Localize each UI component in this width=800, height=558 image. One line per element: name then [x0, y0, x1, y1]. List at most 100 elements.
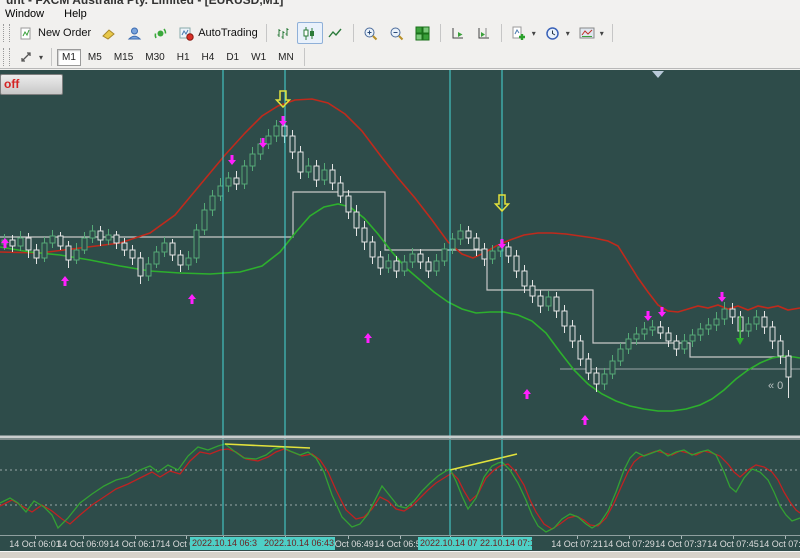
candle-body	[146, 264, 151, 276]
templates-button[interactable]: ▾	[574, 22, 608, 44]
candle-body	[506, 247, 511, 256]
candle-body	[26, 238, 31, 250]
candle-body	[354, 212, 359, 228]
candle-body	[10, 240, 15, 246]
timeframe-mn[interactable]: MN	[273, 49, 299, 66]
timeframe-bar: ▾ M1M5M15M30H1H4D1W1MN	[0, 46, 800, 69]
candle-body	[522, 271, 527, 286]
buy-signal-arrow[interactable]	[523, 389, 531, 399]
bar-chart-button[interactable]	[271, 22, 297, 44]
sell-signal-arrow[interactable]	[644, 311, 652, 321]
menu-bar: Window Help	[0, 7, 800, 20]
candle-body	[562, 311, 567, 326]
candle-body	[330, 170, 335, 183]
candle-body	[138, 258, 143, 276]
candle-body	[362, 228, 367, 242]
menu-window[interactable]: Window	[5, 8, 44, 20]
timeframe-m15[interactable]: M15	[109, 49, 138, 66]
chart-tools-caret[interactable]: ▾	[39, 53, 43, 62]
buy-signal-arrow[interactable]	[364, 333, 372, 343]
candle-body	[234, 178, 239, 184]
chart-shift-button[interactable]	[471, 22, 497, 44]
toolbar-grip[interactable]	[3, 24, 10, 42]
chart-region: « 0 off 14 Oct 06:0114 Oct 06:0914 Oct 0…	[0, 70, 800, 558]
sell-signal-arrow[interactable]	[228, 155, 236, 165]
timeframe-bar-grip[interactable]	[3, 48, 10, 66]
candle-body	[434, 261, 439, 271]
timeframe-w1[interactable]: W1	[246, 49, 271, 66]
panel-collapse-arrow[interactable]	[652, 71, 664, 78]
vline-time-label: 2022.10.14 06:43	[262, 537, 335, 550]
buy-signal-arrow[interactable]	[188, 294, 196, 304]
sell-signal-arrow[interactable]	[718, 292, 726, 302]
signals-button[interactable]	[147, 22, 173, 44]
chart-tools-button[interactable]: ▾	[13, 46, 47, 68]
experts-button[interactable]	[95, 22, 121, 44]
candle-body	[202, 210, 207, 230]
candle-body	[730, 309, 735, 317]
chart-canvas[interactable]: « 0	[0, 70, 800, 535]
zoom-in-button[interactable]	[358, 22, 384, 44]
menu-help[interactable]: Help	[64, 8, 87, 20]
candle-body	[42, 243, 47, 258]
sell-signal-arrow[interactable]	[279, 116, 287, 126]
candle-body	[602, 374, 607, 384]
new-order-button[interactable]: New Order	[13, 22, 95, 44]
candle-body	[226, 178, 231, 186]
candle-body	[90, 231, 95, 238]
periods-button[interactable]: ▾	[540, 22, 574, 44]
buy-signal-arrow[interactable]	[61, 276, 69, 286]
candle-body	[426, 262, 431, 271]
candle-body	[274, 126, 279, 136]
candle-body	[402, 262, 407, 271]
tile-windows-button[interactable]	[410, 22, 436, 44]
zoom-out-button[interactable]	[384, 22, 410, 44]
axis-tick	[400, 536, 401, 539]
pane-separator[interactable]	[0, 436, 800, 439]
time-axis-label: 14 Oct 07:29	[603, 539, 655, 549]
candlestick-chart-icon	[301, 24, 319, 42]
candle-body	[378, 257, 383, 268]
chart-tools-icon	[17, 48, 35, 66]
candle-body	[474, 238, 479, 249]
periods-caret[interactable]: ▾	[566, 29, 570, 38]
vline-time-label: 2022.10.14 07:08	[418, 537, 478, 550]
templates-caret[interactable]: ▾	[600, 29, 604, 38]
line-chart-button[interactable]	[323, 22, 349, 44]
axis-tick	[733, 536, 734, 539]
candle-body	[386, 261, 391, 268]
oscillator-trendline[interactable]	[225, 444, 310, 448]
timeframe-m5[interactable]: M5	[83, 49, 107, 66]
candle-body	[450, 239, 455, 249]
buy-signal-arrow[interactable]	[581, 415, 589, 425]
candle-body	[34, 250, 39, 258]
add-indicator-button[interactable]: ▾	[506, 22, 540, 44]
auto-scroll-icon	[449, 24, 467, 42]
time-axis[interactable]: 14 Oct 06:0114 Oct 06:0914 Oct 06:1714 O…	[0, 535, 800, 552]
timeframe-m30[interactable]: M30	[140, 49, 169, 66]
axis-tick	[629, 536, 630, 539]
candle-body	[610, 361, 615, 374]
candle-body	[594, 373, 599, 384]
ea-off-button[interactable]: off	[0, 74, 63, 95]
new-order-icon	[17, 24, 35, 42]
window-title: unt - FXCM Australia Pty. Limited - [EUR…	[6, 0, 283, 7]
signals-icon	[151, 24, 169, 42]
candle-body	[50, 236, 55, 243]
add-indicator-caret[interactable]: ▾	[532, 29, 536, 38]
timeframe-h4[interactable]: H4	[197, 49, 220, 66]
timeframe-m1[interactable]: M1	[57, 49, 81, 66]
accounts-button[interactable]	[121, 22, 147, 44]
candle-body	[58, 236, 63, 246]
candle-body	[746, 324, 751, 331]
oscillator-red-line	[0, 449, 800, 529]
candle-body	[82, 238, 87, 250]
auto-scroll-button[interactable]	[445, 22, 471, 44]
axis-tick	[35, 536, 36, 539]
timeframe-h1[interactable]: H1	[172, 49, 195, 66]
candlestick-chart-button[interactable]	[297, 22, 323, 44]
autotrading-button[interactable]: AutoTrading	[173, 22, 262, 44]
timeframe-d1[interactable]: D1	[221, 49, 244, 66]
candle-body	[266, 136, 271, 144]
candle-body	[690, 335, 695, 341]
